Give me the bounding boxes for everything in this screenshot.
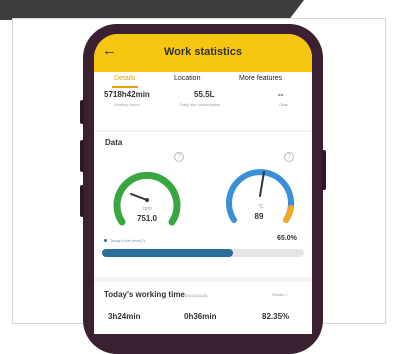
phone-side-button — [80, 100, 84, 124]
fuel-level-percent: 65.0% — [277, 235, 297, 242]
legend-dot-icon — [104, 239, 107, 243]
phone-screen: ← Work statistics Details Location More … — [94, 34, 312, 334]
phone-side-button — [80, 185, 84, 217]
working-time-date: (01/21/2023) — [184, 293, 208, 298]
rpm-gauge-unit: rpm — [143, 206, 152, 212]
working-hours-value: 5718h42min — [104, 90, 150, 99]
working-time-title: Today's working time(01/21/2023) — [104, 290, 208, 299]
phone-side-button — [80, 140, 84, 172]
temperature-gauge-value: 89 — [254, 212, 264, 221]
temperature-gauge-warning-arc — [283, 205, 294, 223]
fuel-consumption-label: Daily fuel consumption — [180, 102, 221, 107]
fuel-level-bar — [102, 249, 304, 257]
dark-header-tab — [0, 0, 304, 20]
page-title: Work statistics — [163, 46, 243, 58]
fuel-level-bar-fill — [102, 249, 234, 257]
fuel-level-legend: Today's fuel level(?) — [104, 238, 145, 243]
summary-card: Details Location More features 5718h42mi… — [94, 72, 312, 130]
working-time-details-link[interactable]: Details > — [272, 292, 288, 297]
rpm-gauge-value: 751.0 — [136, 214, 158, 223]
tab-more-features[interactable]: More features — [239, 75, 282, 82]
fuel-consumption-value: 55.5L — [194, 90, 215, 99]
idle-time-value: 0h36min — [184, 312, 217, 321]
phone-power-button — [322, 150, 326, 190]
utilization-value: 82.35% — [262, 312, 290, 321]
rpm-gauge-needle — [130, 193, 148, 201]
app-header: ← Work statistics — [94, 34, 312, 72]
temperature-gauge-needle — [259, 171, 265, 197]
working-hours-label: Working hours — [114, 102, 140, 107]
active-tab-indicator — [112, 86, 138, 88]
working-time-card: Today's working time(01/21/2023) Details… — [94, 282, 312, 334]
temperature-gauge-unit: °C — [258, 204, 264, 210]
tab-details[interactable]: Details — [114, 75, 135, 82]
working-time-title-text: Today's working time — [104, 290, 185, 299]
tab-location[interactable]: Location — [174, 75, 200, 82]
data-card: Data ? ? rpm 751.0 °C 89 Today's fuel le… — [94, 132, 312, 277]
rpm-gauge-hub — [145, 198, 149, 202]
gear-label: Gear — [279, 102, 288, 107]
fuel-level-label: Today's fuel level(?) — [110, 238, 146, 243]
gear-value: -- — [278, 90, 284, 99]
working-time-value: 3h24min — [108, 312, 141, 321]
